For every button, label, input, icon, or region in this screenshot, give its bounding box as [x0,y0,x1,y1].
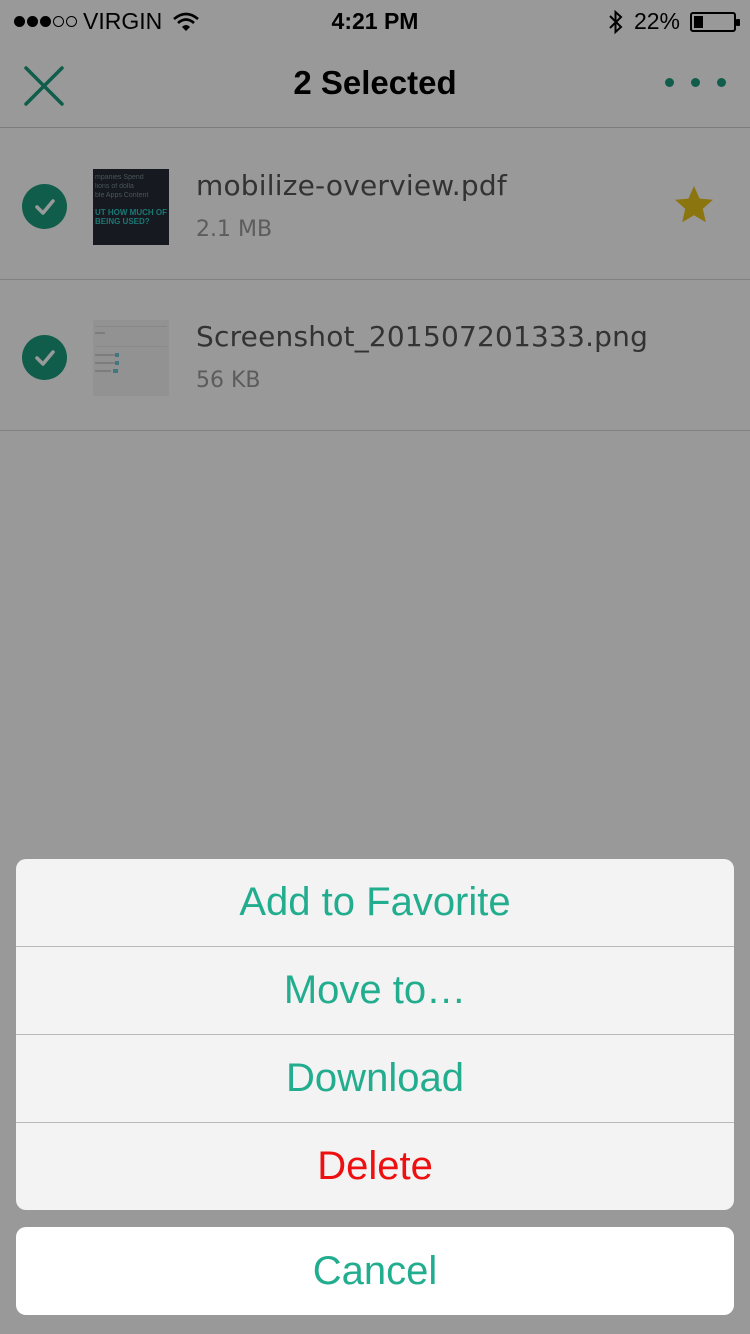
download-button[interactable]: Download [16,1035,734,1123]
cancel-button[interactable]: Cancel [16,1227,734,1315]
add-to-favorite-button[interactable]: Add to Favorite [16,859,734,947]
move-to-button[interactable]: Move to… [16,947,734,1035]
delete-button[interactable]: Delete [16,1123,734,1210]
action-sheet: Add to Favorite Move to… Download Delete [16,859,734,1210]
